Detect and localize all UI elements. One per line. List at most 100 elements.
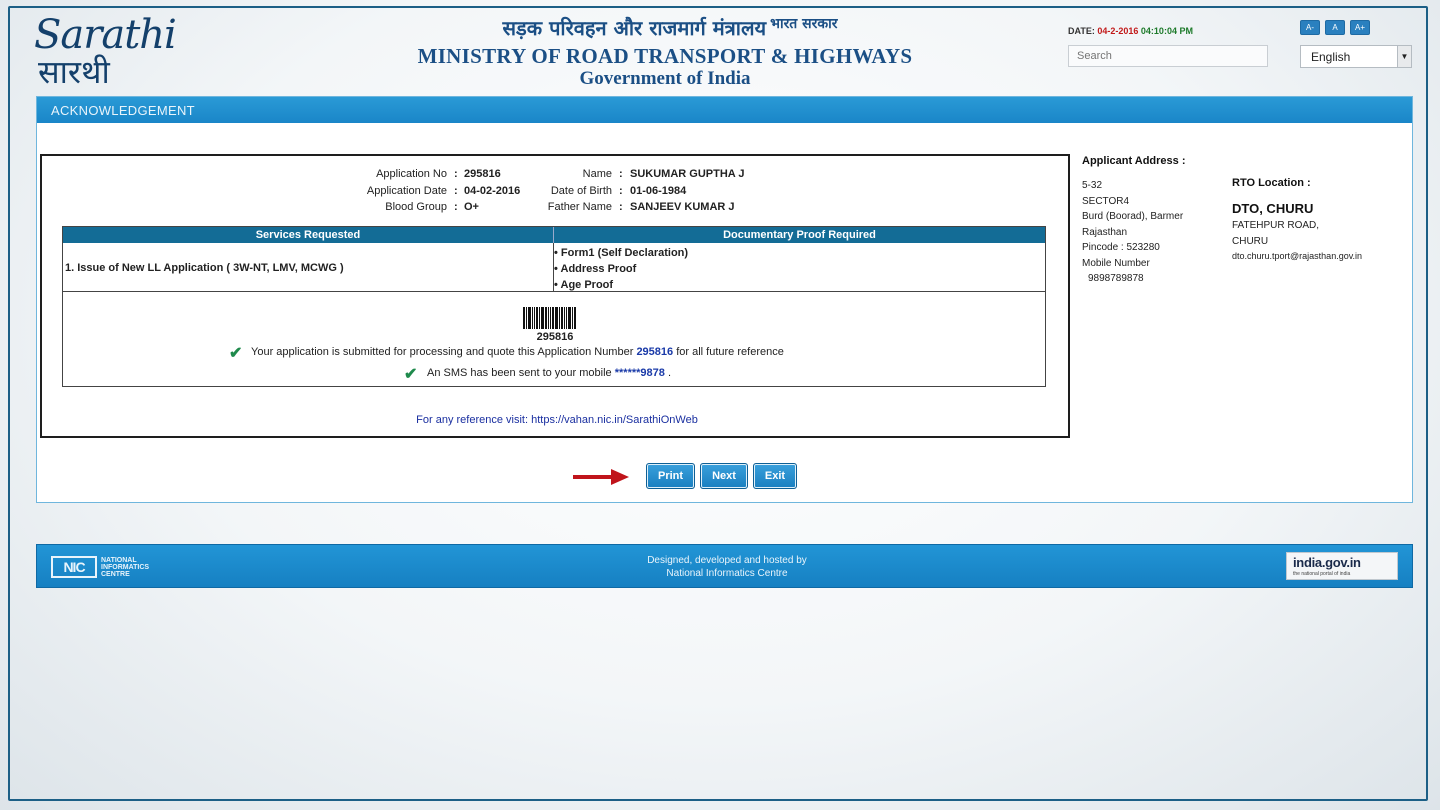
- date-label: DATE:: [1068, 26, 1095, 36]
- barcode-bar: [559, 307, 560, 329]
- ministry-subtitle: Government of India: [579, 68, 751, 89]
- barcode-bar: [574, 307, 576, 329]
- sarathi-logo[interactable]: Sarathi सारथी: [34, 12, 177, 92]
- font-normal-button[interactable]: A: [1325, 20, 1345, 35]
- rto-line: dto.churu.tport@rajasthan.gov.in: [1232, 251, 1363, 261]
- ministry-title: MINISTRY OF ROAD TRANSPORT & HIGHWAYS: [417, 44, 913, 68]
- application-no-label: Application No: [376, 168, 447, 180]
- reference-link[interactable]: For any reference visit: https://vahan.n…: [42, 414, 1072, 426]
- barcode-bar: [532, 307, 533, 329]
- arrow-right-icon: [573, 469, 629, 485]
- barcode-bar: [555, 307, 558, 329]
- dob-label: Date of Birth: [550, 184, 612, 197]
- barcode-bar: [539, 307, 540, 329]
- next-button[interactable]: Next: [700, 463, 748, 489]
- proof-address: Address Proof: [560, 263, 637, 275]
- applicant-labels-right: Name Date of Birth Father Name: [512, 166, 612, 216]
- rto-location-title: RTO Location :: [1232, 177, 1311, 189]
- msg1-text: Your application is submitted for proces…: [251, 346, 634, 358]
- print-button[interactable]: Print: [646, 463, 696, 489]
- msg1-tail: for all future reference: [676, 346, 784, 358]
- colon-col-left: :::: [454, 168, 458, 213]
- search-input[interactable]: [1068, 45, 1268, 67]
- barcode-bar: [566, 307, 567, 329]
- barcode-bar: [550, 307, 551, 329]
- barcode-bar: [541, 307, 544, 329]
- table-row: 1. Issue of New LL Application ( 3W-NT, …: [63, 243, 1045, 291]
- font-increase-button[interactable]: A+: [1350, 20, 1370, 35]
- font-size-controls: A- A A+: [1300, 20, 1370, 35]
- time-value: 04:10:04 PM: [1140, 26, 1193, 36]
- font-decrease-button[interactable]: A-: [1300, 20, 1320, 35]
- footer-credit-line2: National Informatics Centre: [666, 568, 788, 579]
- rto-line: FATEHPUR ROAD,: [1232, 220, 1320, 231]
- father-name-label: Father Name: [547, 201, 612, 213]
- applicant-labels-left: Application No Application Date Blood Gr…: [292, 166, 447, 216]
- barcode-bar: [545, 307, 547, 329]
- footer: NIC NATIONAL INFORMATICS CENTRE Designed…: [36, 544, 1413, 588]
- acknowledgement-box: Application No Application Date Blood Gr…: [40, 154, 1070, 438]
- language-select[interactable]: English ▼: [1300, 45, 1412, 68]
- chevron-down-icon[interactable]: ▼: [1397, 46, 1411, 67]
- language-value: English: [1311, 50, 1351, 64]
- barcode-image: [523, 307, 587, 329]
- list-item: • Form1 (Self Declaration): [554, 247, 689, 259]
- barcode-bar: [526, 307, 527, 329]
- barcode-bar: [561, 307, 563, 329]
- checkmark-icon: ✔: [229, 345, 243, 362]
- barcode-number: 295816: [536, 331, 574, 343]
- address-line: Rajasthan: [1082, 226, 1128, 238]
- colon-col-right: :::: [619, 168, 623, 213]
- barcode-bar: [564, 307, 565, 329]
- india-gov-tagline: the national portal of india: [1293, 571, 1351, 577]
- barcode-bar: [523, 307, 525, 329]
- nic-logo[interactable]: NIC NATIONAL INFORMATICS CENTRE: [51, 556, 171, 578]
- msg2-mobile: ******9878: [614, 367, 665, 379]
- address-line: 9898789878: [1088, 273, 1144, 284]
- india-gov-logo[interactable]: india.gov.in the national portal of indi…: [1286, 552, 1398, 580]
- list-item: • Address Proof: [554, 263, 637, 275]
- msg2-text: An SMS has been sent to your mobile: [427, 367, 612, 379]
- submission-message: Your application is submitted for proces…: [251, 346, 784, 358]
- application-date-label: Application Date: [366, 184, 447, 197]
- acknowledgement-panel: ACKNOWLEDGEMENT Application No Applicati…: [36, 96, 1413, 503]
- barcode-bar: [552, 307, 554, 329]
- nic-text: NATIONAL INFORMATICS CENTRE: [101, 556, 150, 578]
- rto-name: DTO, CHURU: [1232, 201, 1314, 216]
- barcode-bar: [536, 307, 538, 329]
- applicant-values-right: SUKUMAR GUPTHA J 01-06-1984 SANJEEV KUMA…: [630, 166, 745, 216]
- applicant-address-lines: 5-32 SECTOR4 Burd (Boorad), Barmer Rajas…: [1082, 178, 1183, 287]
- india-gov-text: india.gov.in: [1293, 555, 1361, 570]
- rto-line: CHURU: [1232, 235, 1269, 247]
- barcode-bar: [548, 307, 549, 329]
- applicant-address-title: Applicant Address :: [1082, 155, 1186, 167]
- barcode-bar: [528, 307, 531, 329]
- hindi-ministry-title: सड़क परिवहन और राजमार्ग मंत्रालय भारत सरक…: [440, 14, 900, 41]
- proof-age: Age Proof: [560, 279, 614, 291]
- exit-button[interactable]: Exit: [752, 463, 798, 489]
- checkmark-icon: ✔: [404, 366, 418, 383]
- address-line: SECTOR4: [1082, 195, 1130, 207]
- service-requested-cell: 1. Issue of New LL Application ( 3W-NT, …: [63, 243, 554, 291]
- msg1-application-number: 295816: [636, 346, 674, 358]
- barcode-bar: [568, 307, 571, 329]
- name-label: Name: [582, 168, 612, 180]
- services-table-header: Services Requested Documentary Proof Req…: [63, 227, 1045, 243]
- date-time-display: DATE: 04-2-2016 04:10:04 PM: [1068, 26, 1193, 36]
- services-requested-header: Services Requested: [63, 227, 554, 243]
- hindi-title-text: सड़क परिवहन और राजमार्ग मंत्रालय: [502, 16, 767, 40]
- address-line: Burd (Boorad), Barmer: [1082, 211, 1184, 222]
- confirmation-box: 295816 ✔ Your application is submitted f…: [62, 291, 1046, 387]
- barcode-bar: [572, 307, 573, 329]
- father-name-value: SANJEEV KUMAR J: [630, 201, 735, 213]
- action-buttons: Print Next Exit: [646, 463, 798, 489]
- proof-list: • Form1 (Self Declaration) • Address Pro…: [554, 243, 688, 291]
- msg2-tail: .: [667, 367, 672, 379]
- logo-hindi-text: सारथी: [38, 53, 110, 91]
- blood-group-label: Blood Group: [385, 201, 447, 213]
- address-line: 5-32: [1082, 180, 1103, 191]
- footer-credits: Designed, developed and hosted by Nation…: [597, 554, 857, 580]
- sms-message: An SMS has been sent to your mobile ****…: [427, 367, 671, 379]
- services-table: Services Requested Documentary Proof Req…: [62, 226, 1046, 292]
- nic-mark: NIC: [51, 556, 97, 578]
